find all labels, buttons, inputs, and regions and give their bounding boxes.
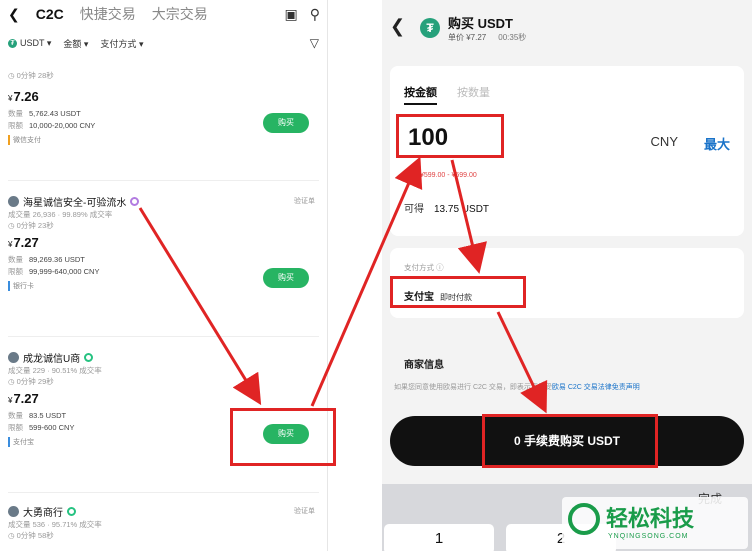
merchant-stats: 成交量 229 · 90.51% 成交率: [8, 366, 102, 375]
search-icon[interactable]: ⚲: [310, 6, 320, 23]
avatar: [8, 352, 19, 363]
terms-text: 如果您同意使用欧易进行 C2C 交易，即表示您接受欧易 C2C 交易法律免责声明: [394, 384, 640, 391]
merchant-stats: 成交量 536 · 95.71% 成交率: [8, 520, 102, 529]
avatar: [8, 196, 19, 207]
offer-price: ¥7.26: [8, 89, 39, 104]
payment-method-label: 支付方式 ⓘ: [404, 263, 444, 272]
receive-amount: 可得 13.75 USDT: [404, 204, 490, 215]
highlight-cta: [482, 414, 658, 468]
offer-price: ¥7.27: [8, 391, 39, 406]
offer-time: ◷ 0分钟 58秒: [8, 531, 54, 540]
filter-coin[interactable]: ₮ USDT ▾: [8, 38, 51, 49]
divider: [8, 180, 319, 181]
c2c-list-panel: ❮ C2C 快捷交易 大宗交易 ▣ ⚲ ₮ USDT ▾ 金额 ▾ 支付方式 ▾ …: [0, 0, 328, 551]
highlight-amount: [396, 114, 504, 158]
offer-card: ◷ 0分钟 28秒 ¥7.26 数量 5,762.43 USDT 限额 10,000…: [8, 70, 319, 145]
highlight-buy-button: [230, 408, 336, 466]
verified-badge-icon: [130, 197, 140, 206]
max-button[interactable]: 最大: [704, 134, 730, 153]
key-1[interactable]: 1: [384, 524, 494, 551]
watermark-url: YNQINGSONG.COM: [608, 533, 689, 540]
divider: [8, 336, 319, 337]
tab-block-trade[interactable]: 大宗交易: [152, 4, 208, 24]
terms-link[interactable]: 欧易 C2C 交易法律免责声明: [552, 384, 640, 391]
tab-by-amount[interactable]: 按金额: [404, 84, 437, 105]
highlight-payment-method: [390, 276, 526, 308]
offer-pay-method: 微信支付: [8, 135, 319, 145]
tether-icon: ₮: [420, 18, 440, 38]
merchant-stats: 成交量 26,936 · 99.89% 成交率: [8, 210, 113, 219]
tether-icon: ₮: [8, 38, 17, 48]
buy-button[interactable]: 购买: [263, 268, 309, 288]
amount-mode-tabs: 按金额 按数量: [404, 84, 490, 105]
countdown-timer: 00:35秒: [498, 33, 527, 42]
offer-time: ◷ 0分钟 29秒: [8, 377, 54, 386]
offer-card: 海星诚信安全-可验流水 验证单 成交量 26,936 · 99.89% 成交率 …: [8, 194, 319, 291]
filter-bar: ₮ USDT ▾ 金额 ▾ 支付方式 ▾ ▽: [8, 34, 319, 52]
verified-badge-icon: [67, 507, 76, 516]
back-icon[interactable]: ❮: [8, 6, 20, 23]
merchant-name[interactable]: 成龙诚信U商: [8, 350, 319, 365]
avatar: [8, 506, 19, 517]
offer-price: ¥7.27: [8, 235, 39, 250]
c2c-header: ❮ C2C 快捷交易 大宗交易 ▣ ⚲: [0, 0, 327, 28]
divider: [8, 492, 319, 493]
buy-header: ❮ ₮ 购买 USDT 单价 ¥7.27 00:35秒: [382, 8, 752, 48]
watermark-text: 轻松科技: [606, 506, 695, 531]
offer-time: ◷ 0分钟 28秒: [8, 71, 54, 80]
tab-by-quantity[interactable]: 按数量: [457, 84, 490, 105]
filter-payment[interactable]: 支付方式 ▾: [100, 37, 143, 50]
page-title: 购买 USDT: [448, 16, 514, 31]
offer-qty: 数量 89,269.36 USDT: [8, 255, 85, 264]
offer-time: ◷ 0分钟 23秒: [8, 221, 54, 230]
limit-note: 限额 ¥599.00 - ¥599.00: [404, 172, 477, 179]
verify-label: 验证单: [294, 198, 315, 205]
scan-icon[interactable]: ▣: [285, 6, 298, 23]
merchant-name[interactable]: 大勇商行: [8, 504, 319, 519]
filter-amount[interactable]: 金额 ▾: [63, 37, 88, 50]
offer-card: 大勇商行 验证单 成交量 536 · 95.71% 成交率 ◷ 0分钟 58秒: [8, 504, 319, 541]
back-icon[interactable]: ❮: [390, 16, 405, 37]
tab-c2c[interactable]: C2C: [36, 6, 64, 22]
buy-button[interactable]: 购买: [263, 113, 309, 133]
verified-badge-icon: [84, 353, 94, 362]
tab-quick-trade[interactable]: 快捷交易: [80, 4, 136, 24]
unit-price: 单价 ¥7.27 00:35秒: [448, 33, 527, 42]
funnel-icon[interactable]: ▽: [310, 36, 319, 50]
verify-label: 验证单: [294, 508, 315, 515]
amount-currency: CNY: [650, 134, 678, 149]
merchant-info-heading: 商家信息: [404, 360, 444, 371]
brand-logo-icon: [568, 503, 600, 535]
site-watermark: 轻松科技 YNQINGSONG.COM: [562, 497, 748, 549]
merchant-name[interactable]: 海星诚信安全-可验流水: [8, 194, 319, 209]
